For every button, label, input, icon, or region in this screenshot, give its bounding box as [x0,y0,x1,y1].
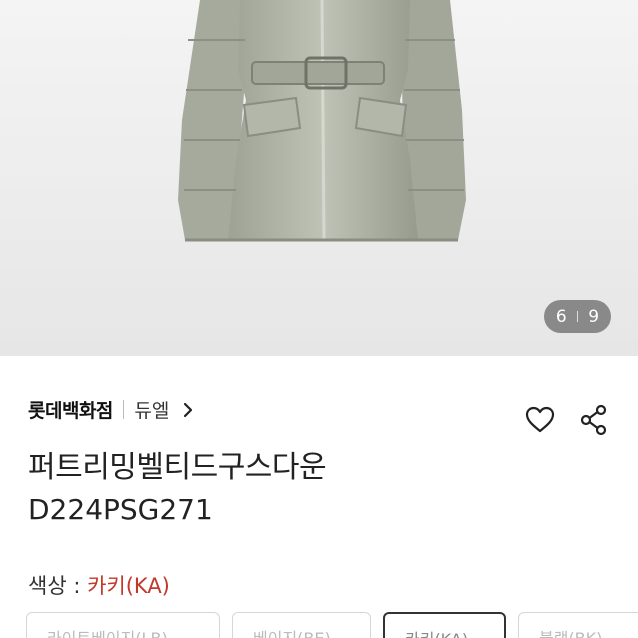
color-option-beige[interactable]: 베이지(BE) [232,612,371,638]
breadcrumb: 롯데백화점 듀엘 [28,396,195,423]
color-option-light-beige[interactable]: 라이트베이지(LB) [26,612,220,638]
product-image-gallery[interactable]: 6 9 [0,0,638,356]
heart-icon[interactable] [524,404,556,436]
pager-separator [576,311,579,322]
color-options: 라이트베이지(LB) 베이지(BE) 카키(KA) 블랙(BK) [26,612,638,638]
breadcrumb-divider [122,400,125,419]
brand-link[interactable]: 듀엘 [134,396,169,423]
share-icon[interactable] [578,404,610,436]
chevron-right-icon[interactable] [181,401,195,419]
product-title: 퍼트리밍벨티드구스다운 [28,450,327,485]
image-pager: 6 9 [544,300,611,333]
pager-total: 9 [588,306,600,327]
product-actions [524,404,610,436]
product-photo [0,0,638,356]
color-option-khaki[interactable]: 카키(KA) [383,612,506,638]
color-value: 카키(KA) [87,574,170,598]
color-label: 색상 : [28,574,88,598]
pager-current: 6 [555,306,567,327]
color-selection: 색상 : 카키(KA) [28,570,170,600]
product-code: D224PSG271 [28,493,213,526]
store-name[interactable]: 롯데백화점 [28,396,113,423]
color-option-black[interactable]: 블랙(BK) [518,612,638,638]
